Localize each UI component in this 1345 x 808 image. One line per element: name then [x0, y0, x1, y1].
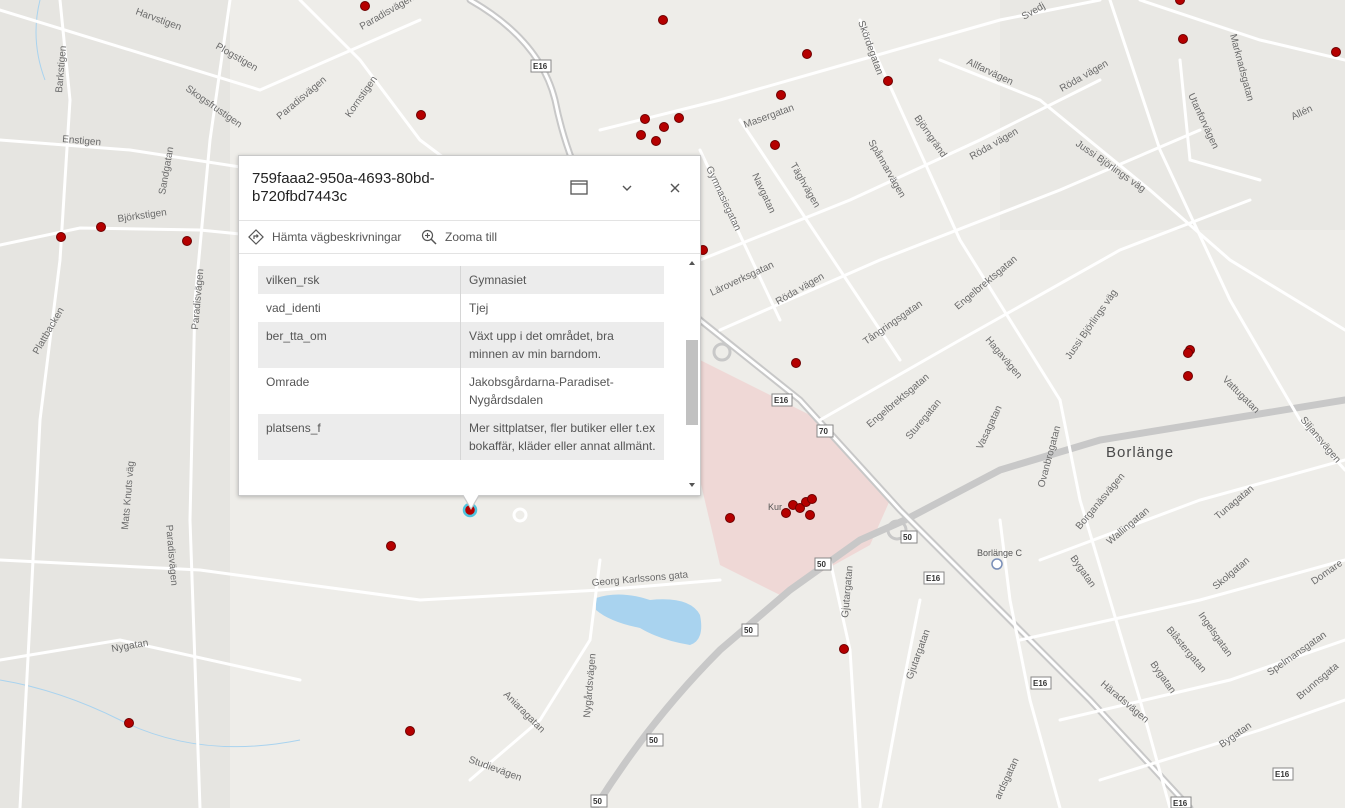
close-icon: [670, 183, 680, 193]
popup-actions: Hämta vägbeskrivningar Zooma till: [239, 221, 700, 254]
map-point[interactable]: [839, 644, 849, 654]
map-point[interactable]: [96, 222, 106, 232]
shield-e16-3: E16: [923, 571, 945, 585]
map-point[interactable]: [805, 510, 815, 520]
attribute-value: Mer sittplatser, fler butiker eller t.ex…: [460, 414, 664, 460]
table-row: Omrade Jakobsgårdarna-Paradiset-Nygårdsd…: [258, 368, 664, 414]
map-point[interactable]: [770, 140, 780, 150]
svg-text:E16: E16: [1173, 799, 1188, 808]
svg-text:E16: E16: [774, 396, 789, 405]
popup-pointer: [463, 494, 479, 508]
city-label: Borlänge: [1106, 444, 1174, 461]
svg-text:E16: E16: [533, 62, 548, 71]
chevron-down-icon: [622, 185, 632, 191]
popup-scrollbar[interactable]: [686, 258, 698, 490]
map-point[interactable]: [1183, 371, 1193, 381]
mall-label: Kur: [768, 502, 782, 512]
close-button[interactable]: [663, 176, 687, 200]
shield-e16-5: E16: [1170, 796, 1192, 808]
dock-icon: [570, 180, 588, 195]
svg-text:E16: E16: [926, 574, 941, 583]
map-point[interactable]: [416, 110, 426, 120]
map-point[interactable]: [386, 541, 396, 551]
zoom-to-button[interactable]: Zooma till: [421, 221, 497, 253]
shield-70: 70: [816, 424, 834, 438]
map-point[interactable]: [781, 508, 791, 518]
shield-50-4: 50: [646, 733, 664, 747]
scrollbar-thumb[interactable]: [686, 340, 698, 425]
svg-text:E16: E16: [1033, 679, 1048, 688]
map-point[interactable]: [725, 513, 735, 523]
map-point[interactable]: [883, 76, 893, 86]
map-point[interactable]: [674, 113, 684, 123]
map-point[interactable]: [636, 130, 646, 140]
map-point[interactable]: [776, 90, 786, 100]
shield-50-5: 50: [590, 794, 608, 808]
map-point[interactable]: [1175, 0, 1185, 5]
feature-popup: 759faaa2-950a-4693-80bd-b720fbd7443c Häm…: [238, 155, 701, 510]
popup-header: 759faaa2-950a-4693-80bd-b720fbd7443c: [239, 156, 700, 221]
scroll-down-icon[interactable]: [686, 480, 698, 490]
svg-text:50: 50: [903, 533, 912, 542]
map-point[interactable]: [659, 122, 669, 132]
popup-title: 759faaa2-950a-4693-80bd-b720fbd7443c: [252, 170, 435, 205]
station-icon: [991, 558, 1003, 570]
map-point[interactable]: [1183, 348, 1193, 358]
directions-icon: [248, 229, 264, 245]
svg-text:50: 50: [744, 626, 753, 635]
attribute-value: Gymnasiet: [460, 266, 664, 294]
attribute-key: ber_tta_om: [258, 322, 461, 368]
svg-text:70: 70: [819, 427, 828, 436]
attribute-key: platsens_f: [258, 414, 461, 460]
map-point[interactable]: [405, 726, 415, 736]
map-point[interactable]: [807, 494, 817, 504]
map-point[interactable]: [658, 15, 668, 25]
svg-text:E16: E16: [1275, 770, 1290, 779]
table-row: ber_tta_om Växt upp i det området, bra m…: [258, 322, 664, 368]
collapse-button[interactable]: [615, 176, 639, 200]
map-point[interactable]: [124, 718, 134, 728]
table-row: vad_identi Tjej: [258, 294, 664, 322]
attribute-table: vilken_rsk Gymnasiet vad_identi Tjej ber…: [258, 266, 664, 460]
dock-button[interactable]: [567, 176, 591, 200]
popup-body[interactable]: vilken_rsk Gymnasiet vad_identi Tjej ber…: [239, 254, 700, 494]
zoom-to-label: Zooma till: [445, 230, 498, 244]
zoom-in-icon: [421, 229, 437, 245]
shield-e16-1: E16: [530, 59, 552, 73]
shield-e16-2: E16: [771, 393, 793, 407]
attribute-value: Jakobsgårdarna-Paradiset-Nygårdsdalen: [469, 375, 614, 407]
attribute-value: Tjej: [469, 301, 489, 315]
svg-text:50: 50: [593, 797, 602, 806]
shield-50-2: 50: [814, 557, 832, 571]
attribute-value: Växt upp i det området, bra minnen av mi…: [460, 322, 664, 368]
map-point[interactable]: [791, 358, 801, 368]
map-point[interactable]: [360, 1, 370, 11]
station-label: Borlänge C: [977, 548, 1023, 558]
map-point[interactable]: [802, 49, 812, 59]
shield-50-1: 50: [900, 530, 918, 544]
table-row: vilken_rsk Gymnasiet: [258, 266, 664, 294]
svg-text:50: 50: [649, 736, 658, 745]
map-point[interactable]: [640, 114, 650, 124]
map-point[interactable]: [1331, 47, 1341, 57]
map-point[interactable]: [182, 236, 192, 246]
table-row: platsens_f Mer sittplatser, fler butiker…: [258, 414, 664, 460]
map-point[interactable]: [1178, 34, 1188, 44]
scroll-up-icon[interactable]: [686, 258, 698, 268]
directions-button[interactable]: Hämta vägbeskrivningar: [248, 221, 401, 253]
attribute-key: vilken_rsk: [258, 266, 461, 294]
attribute-key: vad_identi: [258, 294, 461, 322]
shield-50-3: 50: [741, 623, 759, 637]
directions-label: Hämta vägbeskrivningar: [272, 230, 402, 244]
shield-e16-4: E16: [1030, 676, 1052, 690]
map-point[interactable]: [651, 136, 661, 146]
attribute-key: Omrade: [258, 368, 461, 414]
svg-text:50: 50: [817, 560, 826, 569]
map-point[interactable]: [56, 232, 66, 242]
shield-e16-6: E16: [1272, 767, 1294, 781]
